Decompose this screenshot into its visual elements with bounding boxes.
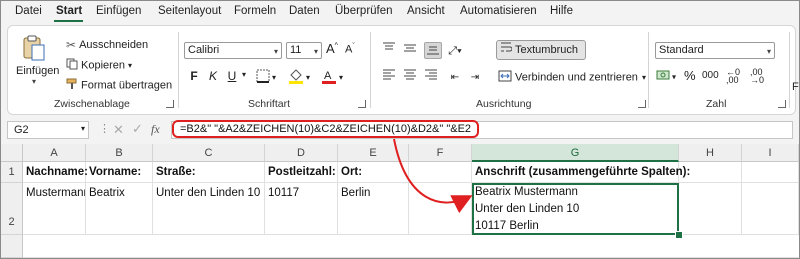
- annotation-arrow: [393, 138, 473, 214]
- excel-window: Datei Start Einfügen Seitenlayout Formel…: [0, 0, 800, 259]
